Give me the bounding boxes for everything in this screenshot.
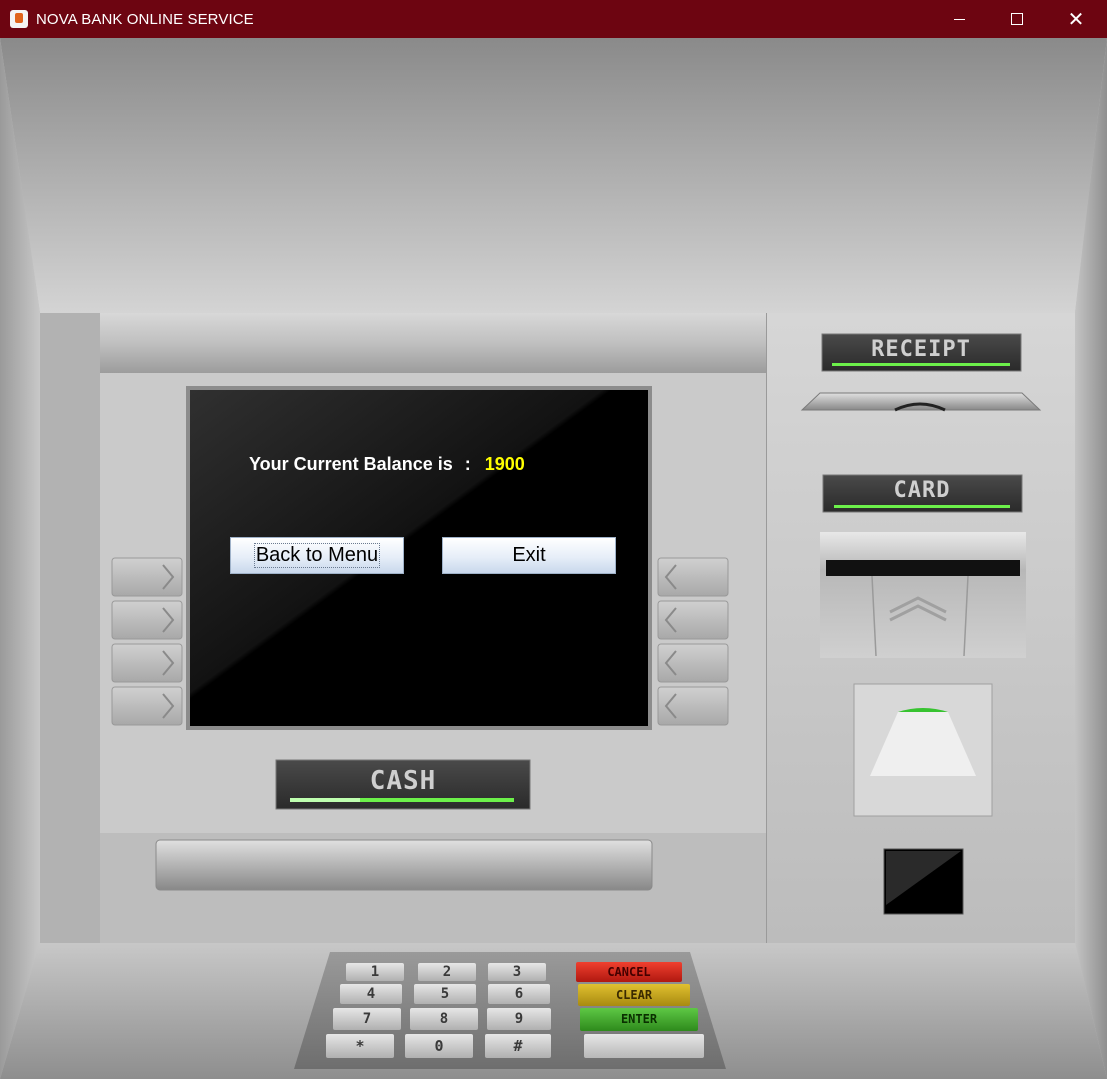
window-title: NOVA BANK ONLINE SERVICE <box>36 10 254 28</box>
key-label: 3 <box>512 964 522 980</box>
back-to-menu-label: Back to Menu <box>253 543 381 568</box>
exit-button[interactable]: Exit <box>442 537 616 574</box>
key-label: # <box>513 1037 523 1055</box>
key-1[interactable]: 1 <box>346 963 404 981</box>
key-3[interactable]: 3 <box>488 963 546 981</box>
minimize-icon[interactable] <box>930 0 988 38</box>
close-icon[interactable]: ✕ <box>1047 0 1105 38</box>
key-label: 5 <box>440 986 450 1002</box>
key-7[interactable]: 7 <box>333 1008 401 1030</box>
balance-value: 1900 <box>484 454 525 474</box>
key-label: 1 <box>370 964 380 980</box>
key-4[interactable]: 4 <box>340 984 402 1004</box>
key-6[interactable]: 6 <box>488 984 550 1004</box>
key-2[interactable]: 2 <box>418 963 476 981</box>
exit-label: Exit <box>512 544 546 566</box>
key-label: ENTER <box>620 1012 658 1026</box>
title-bar: NOVA BANK ONLINE SERVICE ✕ <box>0 0 1107 38</box>
key-cancel[interactable]: CANCEL <box>576 962 682 982</box>
key-label: 6 <box>514 986 524 1002</box>
key-hash[interactable]: # <box>485 1034 551 1058</box>
back-to-menu-button[interactable]: Back to Menu <box>230 537 404 574</box>
balance-separator: : <box>464 454 471 474</box>
balance-text: Your Current Balance is:1900 <box>249 454 525 475</box>
cash-label: CASH <box>369 766 437 796</box>
key-star[interactable]: * <box>326 1034 394 1058</box>
key-9[interactable]: 9 <box>487 1008 551 1030</box>
key-label: CLEAR <box>615 988 653 1002</box>
key-5[interactable]: 5 <box>414 984 476 1004</box>
key-0[interactable]: 0 <box>405 1034 473 1058</box>
maximize-icon[interactable] <box>988 0 1046 38</box>
key-label: 8 <box>439 1011 449 1027</box>
key-clear[interactable]: CLEAR <box>578 984 690 1006</box>
java-app-icon <box>10 10 28 28</box>
balance-label: Your Current Balance is <box>249 454 453 474</box>
key-blank[interactable] <box>584 1034 704 1058</box>
key-8[interactable]: 8 <box>410 1008 478 1030</box>
key-label: * <box>355 1037 365 1055</box>
key-label: CANCEL <box>607 965 651 979</box>
key-label: 2 <box>442 964 452 980</box>
key-label: 7 <box>362 1011 372 1027</box>
key-label: 9 <box>514 1011 524 1027</box>
card-label: CARD <box>893 478 951 503</box>
receipt-label: RECEIPT <box>871 337 971 362</box>
atm-machine: 1 2 3 CANCEL 4 5 6 CLEAR 7 8 9 ENTER * 0… <box>0 38 1107 1079</box>
key-label: 4 <box>366 986 376 1002</box>
key-enter[interactable]: ENTER <box>580 1008 698 1031</box>
key-label: 0 <box>434 1037 444 1055</box>
